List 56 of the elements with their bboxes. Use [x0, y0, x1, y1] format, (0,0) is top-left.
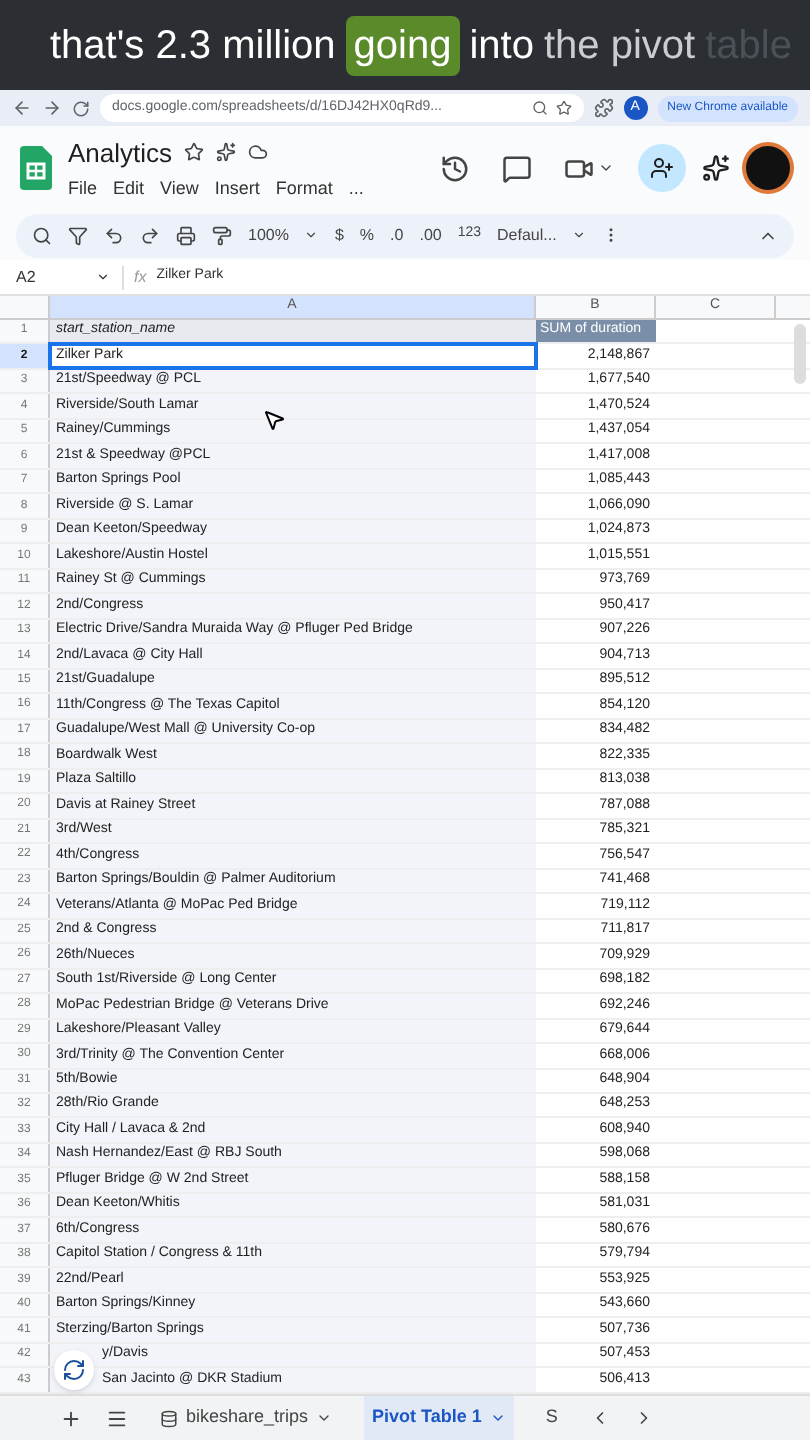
cloud-icon[interactable]: [248, 142, 269, 163]
font-select[interactable]: Defaul...: [497, 223, 557, 247]
caret-icon: [489, 1410, 506, 1426]
caret-icon: [316, 1410, 333, 1426]
document-title[interactable]: Analytics: [68, 133, 173, 172]
share-button[interactable]: [638, 144, 686, 192]
star-icon[interactable]: [184, 142, 205, 163]
menu-item[interactable]: Format: [275, 176, 333, 203]
zoom-select[interactable]: 100%: [248, 223, 289, 247]
add-sheet-icon[interactable]: [60, 1407, 82, 1429]
caption-word: going: [345, 15, 460, 75]
percent-button[interactable]: %: [359, 223, 375, 247]
caption-word: the pivot: [543, 21, 696, 71]
caret-icon[interactable]: [598, 160, 614, 176]
add-person-icon: [650, 156, 674, 180]
refresh-icon: [62, 1358, 86, 1382]
sheet-tab[interactable]: S: [537, 1396, 566, 1440]
history-icon[interactable]: [440, 153, 470, 183]
search-icon[interactable]: [531, 100, 548, 116]
sparkle-icon[interactable]: [216, 142, 237, 163]
back-icon[interactable]: [12, 98, 32, 118]
menu-item[interactable]: Insert: [214, 176, 260, 203]
puzzle-icon[interactable]: [593, 98, 614, 118]
paint-format-icon[interactable]: [212, 225, 232, 245]
comment-icon[interactable]: [502, 153, 532, 183]
caption-word: into: [469, 21, 534, 71]
caption-word: that's 2.3 million: [50, 21, 336, 71]
caret-icon[interactable]: [572, 228, 587, 242]
redo-icon[interactable]: [140, 225, 160, 245]
scrollbar[interactable]: [794, 324, 806, 384]
forward-icon[interactable]: [42, 98, 62, 118]
account-avatar[interactable]: [746, 146, 790, 190]
filter-icon[interactable]: [68, 225, 88, 245]
caret-icon[interactable]: [96, 270, 110, 284]
name-box[interactable]: A2: [0, 265, 96, 289]
star-icon[interactable]: [555, 100, 572, 116]
sheets-logo-icon[interactable]: [20, 146, 52, 190]
print-icon[interactable]: [176, 225, 196, 245]
sheet-tab[interactable]: Pivot Table 1: [364, 1396, 514, 1440]
menu-item[interactable]: ...: [348, 176, 364, 203]
reload-icon[interactable]: [72, 99, 90, 117]
sparkle-icon[interactable]: [702, 154, 730, 182]
currency-button[interactable]: $: [334, 223, 344, 247]
fx-label: fx: [122, 265, 157, 289]
sheet-tab[interactable]: bikeshare_trips: [152, 1396, 341, 1440]
undo-icon[interactable]: [104, 225, 124, 245]
decrease-decimal-button[interactable]: .0: [390, 223, 404, 247]
caret-icon[interactable]: [304, 228, 319, 242]
menu-item[interactable]: View: [160, 176, 199, 203]
all-sheets-icon[interactable]: [106, 1407, 128, 1429]
database-icon: [160, 1409, 178, 1427]
search-icon[interactable]: [32, 225, 52, 245]
menu-item[interactable]: Edit: [113, 176, 145, 203]
increase-decimal-button[interactable]: .00: [419, 223, 442, 247]
cursor-icon: [262, 408, 286, 432]
menu-item[interactable]: File: [68, 176, 98, 203]
